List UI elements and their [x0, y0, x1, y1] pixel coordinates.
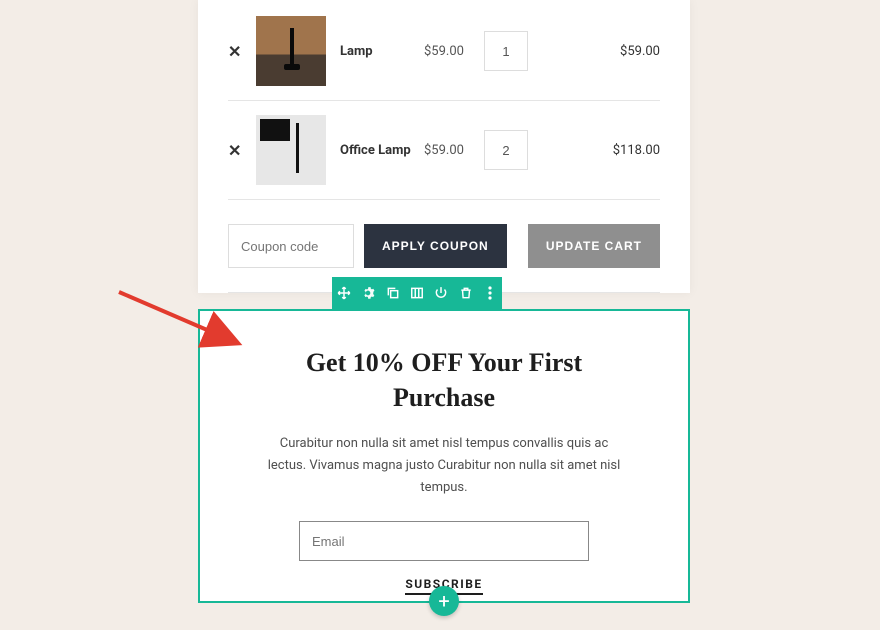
gear-icon[interactable]: [359, 284, 377, 302]
product-subtotal: $59.00: [620, 44, 660, 59]
product-price: $59.00: [424, 44, 484, 59]
cart-row: ✕ Office Lamp $59.00 $118.00: [228, 101, 660, 200]
product-name: Office Lamp: [340, 143, 424, 158]
power-icon[interactable]: [432, 284, 450, 302]
product-name: Lamp: [340, 44, 424, 59]
remove-item-icon[interactable]: ✕: [228, 42, 248, 61]
email-field[interactable]: [299, 521, 589, 561]
apply-coupon-button[interactable]: APPLY COUPON: [364, 224, 507, 268]
remove-item-icon[interactable]: ✕: [228, 141, 248, 160]
duplicate-icon[interactable]: [384, 284, 402, 302]
quantity-input[interactable]: [484, 130, 528, 170]
product-thumbnail[interactable]: [256, 16, 326, 86]
cart-row: ✕ Lamp $59.00 $59.00: [228, 10, 660, 101]
add-section-button[interactable]: +: [429, 586, 459, 616]
trash-icon[interactable]: [457, 284, 475, 302]
promo-body-text: Curabitur non nulla sit amet nisl tempus…: [264, 433, 624, 499]
more-icon[interactable]: [481, 284, 499, 302]
update-cart-button[interactable]: UPDATE CART: [528, 224, 660, 268]
product-subtotal: $118.00: [613, 143, 660, 158]
quantity-input[interactable]: [484, 31, 528, 71]
product-thumbnail[interactable]: [256, 115, 326, 185]
promo-heading: Get 10% OFF Your First Purchase: [264, 345, 624, 415]
product-price: $59.00: [424, 143, 484, 158]
columns-icon[interactable]: [408, 284, 426, 302]
coupon-input[interactable]: [228, 224, 354, 268]
cart-panel: ✕ Lamp $59.00 $59.00 ✕ Office Lamp $59.0…: [198, 0, 690, 293]
move-icon[interactable]: [335, 284, 353, 302]
section-editor-toolbar: [332, 277, 502, 309]
promo-subscribe-section[interactable]: Get 10% OFF Your First Purchase Curabitu…: [198, 309, 690, 603]
